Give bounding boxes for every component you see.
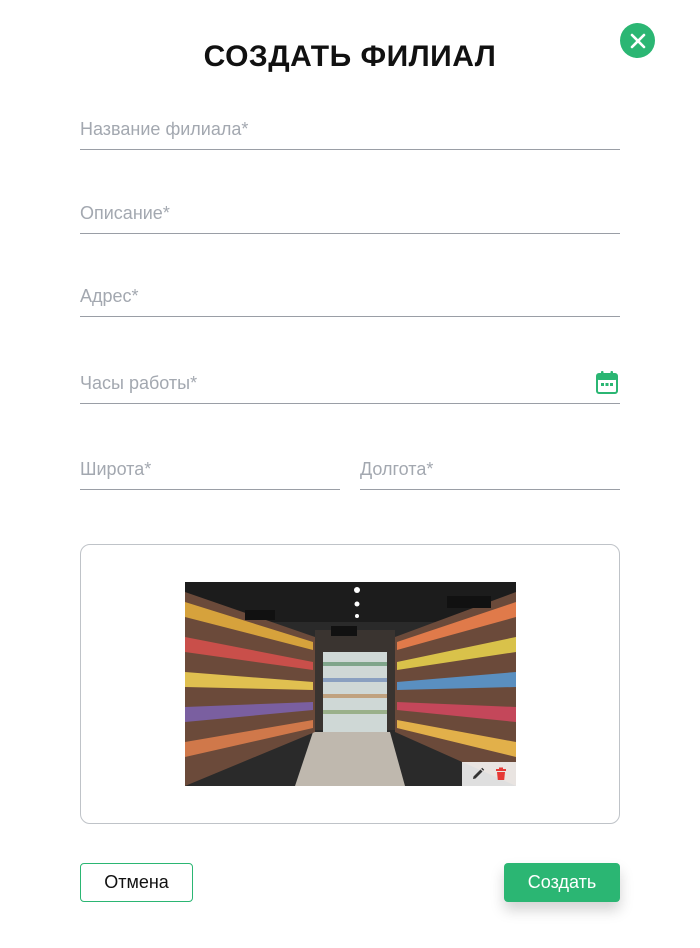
trash-icon[interactable] [494,767,508,781]
description-field [80,194,620,234]
address-input[interactable] [80,277,620,315]
working-hours-field [80,364,620,404]
calendar-icon[interactable] [596,370,618,394]
latitude-field [80,450,340,490]
branch-name-field [80,110,620,150]
description-input[interactable] [80,194,620,232]
longitude-field [360,450,620,490]
latitude-input[interactable] [80,450,340,488]
dialog-title: СОЗДАТЬ ФИЛИАЛ [203,40,497,73]
branch-name-input[interactable] [80,110,620,148]
photo-actions [462,762,516,786]
working-hours-input[interactable] [80,364,620,402]
longitude-input[interactable] [360,450,620,488]
pencil-icon[interactable] [471,767,485,781]
supermarket-aisle-image [185,582,516,786]
address-field [80,277,620,317]
branch-photo [185,582,516,786]
create-button[interactable]: Создать [504,863,620,902]
image-upload-area[interactable] [80,544,620,824]
cancel-button[interactable]: Отмена [80,863,193,902]
